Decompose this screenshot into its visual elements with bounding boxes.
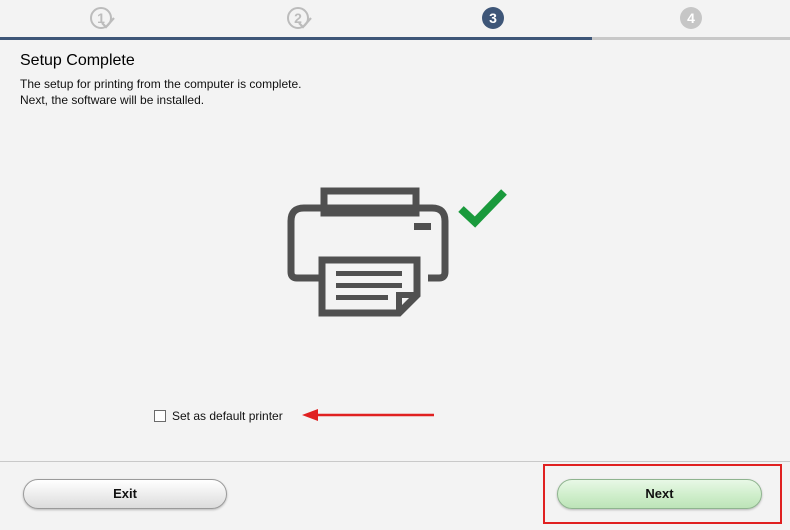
- step-indicator: 1 2 3 4: [0, 0, 790, 40]
- step-track-progress: [0, 37, 592, 40]
- step-3: 3: [481, 6, 507, 32]
- printer-illustration: [280, 180, 510, 320]
- checkmark-icon: [298, 17, 312, 29]
- default-printer-label: Set as default printer: [172, 409, 283, 423]
- default-printer-checkbox[interactable]: [154, 410, 166, 422]
- exit-button[interactable]: Exit: [23, 479, 227, 509]
- checkmark-icon: [458, 189, 507, 228]
- step-1: 1: [89, 6, 115, 32]
- step-4-number: 4: [680, 7, 702, 29]
- page-title: Setup Complete: [20, 52, 135, 69]
- description-line-2: Next, the software will be installed.: [20, 93, 205, 107]
- step-2: 2: [286, 6, 312, 32]
- checkmark-icon: [101, 17, 115, 29]
- description-line-1: The setup for printing from the computer…: [20, 77, 302, 91]
- default-printer-option[interactable]: Set as default printer: [154, 408, 283, 424]
- step-3-number: 3: [482, 7, 504, 29]
- setup-window: 1 2 3 4 Setup Complete The setup for pri…: [0, 0, 790, 530]
- step-4: 4: [679, 6, 705, 32]
- annotation-arrow-icon: [302, 409, 434, 421]
- footer-divider: [0, 461, 790, 462]
- next-button-highlight: [543, 464, 782, 524]
